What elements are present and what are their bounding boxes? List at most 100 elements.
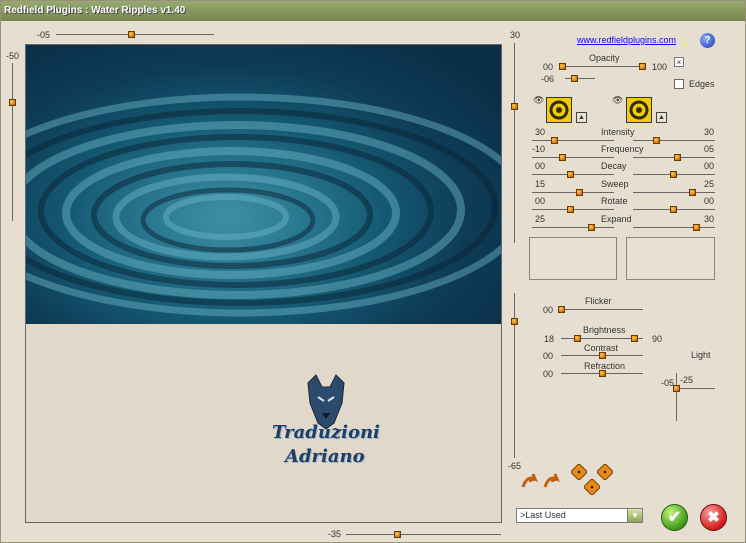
color2-picker-button[interactable]: ▲ <box>656 112 667 123</box>
preset-select[interactable]: >Last Used ▼ <box>516 508 643 523</box>
sweep-slider-left-track[interactable] <box>532 192 614 193</box>
brightness-slider-thumb-left[interactable] <box>574 335 581 342</box>
target-icon <box>549 100 569 120</box>
right-slider-top-thumb[interactable] <box>511 103 518 110</box>
brightness-left-value: 18 <box>544 334 555 344</box>
frequency-slider-left-thumb[interactable] <box>559 154 566 161</box>
target-icon-2 <box>629 100 649 120</box>
opacity-max: 100 <box>652 62 668 72</box>
rotate-left-value: 00 <box>535 196 546 206</box>
frequency-left-value: -10 <box>532 144 546 154</box>
color1-swatch[interactable] <box>546 97 572 123</box>
preview-left-slider-track[interactable] <box>12 63 13 221</box>
sweep-slider-right-thumb[interactable] <box>689 189 696 196</box>
intensity-label: Intensity <box>601 127 635 137</box>
undo-redo-arrows-icon[interactable] <box>519 471 563 491</box>
right-slider-bottom-value: -65 <box>508 461 522 471</box>
opacity-slider-track[interactable] <box>561 66 646 67</box>
opacity-slider-thumb-right[interactable] <box>639 63 646 70</box>
help-icon[interactable]: ? <box>700 33 715 48</box>
rotate-slider-left-thumb[interactable] <box>567 206 574 213</box>
right-slider-bottom-thumb[interactable] <box>511 318 518 325</box>
intensity-left-value: 30 <box>535 127 546 137</box>
preset-selected-value: >Last Used <box>520 510 566 520</box>
ripple-rings-graphic <box>26 93 501 317</box>
edges-checkbox[interactable] <box>674 79 684 89</box>
window-title: Redfield Plugins : Water Ripples v1.40 <box>4 5 186 16</box>
intensity-slider-right-track[interactable] <box>633 140 715 141</box>
intensity-right-value: 30 <box>704 127 715 137</box>
preview-left-slider-value: -50 <box>6 51 20 61</box>
opacity-slider-thumb-left[interactable] <box>559 63 566 70</box>
refraction-slider-thumb[interactable] <box>599 370 606 377</box>
contrast-slider-thumb[interactable] <box>599 352 606 359</box>
close-icon: ✖ <box>707 509 720 526</box>
gradient-preview-left[interactable] <box>529 237 617 280</box>
brightness-right-value: 90 <box>652 334 663 344</box>
expand-slider-right-track[interactable] <box>633 227 715 228</box>
expand-slider-left-track[interactable] <box>532 227 614 228</box>
decay-slider-right-thumb[interactable] <box>670 171 677 178</box>
flicker-label: Flicker <box>585 296 612 306</box>
sweep-left-value: 15 <box>535 179 546 189</box>
frequency-slider-right-thumb[interactable] <box>674 154 681 161</box>
rotate-right-value: 00 <box>704 196 715 206</box>
right-slider-top-track[interactable] <box>514 43 515 243</box>
preview-bottom-slider-thumb[interactable] <box>394 531 401 538</box>
water-ripple-preview[interactable] <box>26 45 501 324</box>
opacity-sub-slider-thumb[interactable] <box>571 75 578 82</box>
preview-area[interactable]: Traduzioni Adriano <box>25 44 502 523</box>
contrast-value: 00 <box>543 351 554 361</box>
chevron-down-icon[interactable]: ▼ <box>627 509 642 522</box>
decay-right-value: 00 <box>704 161 715 171</box>
cancel-button[interactable]: ✖ <box>700 504 727 531</box>
website-link[interactable]: www.redfieldplugins.com <box>577 35 676 45</box>
eye-icon[interactable]: 👁 <box>533 95 544 106</box>
light-position-thumb[interactable] <box>673 385 680 392</box>
title-bar: Redfield Plugins : Water Ripples v1.40 <box>1 1 745 21</box>
frequency-slider-left-track[interactable] <box>532 157 614 158</box>
expand-left-value: 25 <box>535 214 546 224</box>
expand-slider-left-thumb[interactable] <box>588 224 595 231</box>
rotate-label: Rotate <box>601 196 628 206</box>
color1-picker-button[interactable]: ▲ <box>576 112 587 123</box>
eye-icon-2[interactable]: 👁 <box>612 95 623 106</box>
flicker-slider-track[interactable] <box>561 309 643 310</box>
sweep-slider-left-thumb[interactable] <box>576 189 583 196</box>
expand-right-value: 30 <box>704 214 715 224</box>
brightness-label: Brightness <box>583 325 626 335</box>
flicker-slider-thumb[interactable] <box>558 306 565 313</box>
edges-label: Edges <box>689 79 715 89</box>
rotate-slider-right-thumb[interactable] <box>670 206 677 213</box>
gradient-preview-right[interactable] <box>626 237 715 280</box>
preview-top-slider-thumb[interactable] <box>128 31 135 38</box>
brightness-slider-thumb-right[interactable] <box>631 335 638 342</box>
flicker-value: 00 <box>543 305 554 315</box>
expand-slider-right-thumb[interactable] <box>693 224 700 231</box>
intensity-slider-right-thumb[interactable] <box>653 137 660 144</box>
intensity-slider-left-track[interactable] <box>532 140 614 141</box>
intensity-slider-left-thumb[interactable] <box>551 137 558 144</box>
sweep-slider-right-track[interactable] <box>633 192 715 193</box>
opacity-min: 00 <box>543 62 554 72</box>
refraction-value: 00 <box>543 369 554 379</box>
reset-icon[interactable]: × <box>674 57 684 67</box>
light-y-track[interactable] <box>676 373 677 421</box>
preview-left-slider-thumb[interactable] <box>9 99 16 106</box>
random-dice-icon[interactable] <box>569 463 617 499</box>
decay-slider-left-thumb[interactable] <box>567 171 574 178</box>
frequency-label: Frequency <box>601 144 644 154</box>
watermark-line1: Traduzioni <box>272 422 380 443</box>
preview-top-slider-track[interactable] <box>56 34 214 35</box>
light-label: Light <box>691 350 711 360</box>
checkmark-icon: ✔ <box>667 509 682 526</box>
sweep-label: Sweep <box>601 179 629 189</box>
decay-label: Decay <box>601 161 627 171</box>
ok-button[interactable]: ✔ <box>661 504 688 531</box>
expand-label: Expand <box>601 214 632 224</box>
color2-swatch[interactable] <box>626 97 652 123</box>
opacity-sub-slider-track[interactable] <box>565 78 595 79</box>
preview-bottom-slider-track[interactable] <box>346 534 501 535</box>
light-y-value: -25 <box>680 375 694 385</box>
preview-top-slider-value: -05 <box>37 30 51 40</box>
